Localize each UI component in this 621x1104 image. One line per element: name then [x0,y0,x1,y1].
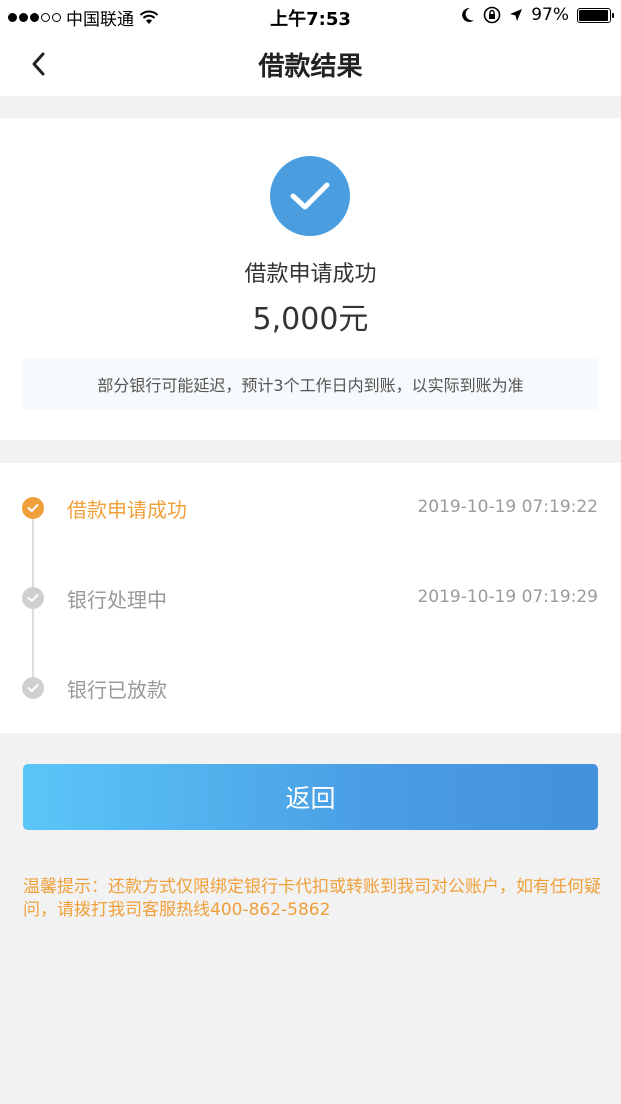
battery-fill [579,9,609,21]
battery-icon [577,7,614,23]
step-time: 2019-10-19 07:19:22 [417,497,598,517]
timeline-step-disbursed: 银行已放款 [0,667,621,707]
step-check-icon [22,497,44,519]
status-right: 97% [461,5,614,25]
nav-bar: 借款结果 [0,32,621,96]
step-check-icon [22,677,44,699]
return-button-label: 返回 [285,784,336,813]
result-title: 借款申请成功 [244,262,377,287]
step-label: 银行处理中 [67,588,167,612]
battery-percent: 97% [531,5,569,25]
warm-tip: 温馨提示：还款方式仅限绑定银行卡代扣或转账到我司对公账户，如有任何疑问，请拨打我… [23,877,601,920]
timeline-step-applied: 借款申请成功 2019-10-19 07:19:22 [0,487,621,527]
location-arrow-icon [510,9,523,21]
step-time: 2019-10-19 07:19:29 [417,587,598,607]
status-bar: 中国联通 上午7:53 97% [0,0,621,32]
step-label: 银行已放款 [67,678,167,702]
progress-timeline: 借款申请成功 2019-10-19 07:19:22 银行处理中 2019-10… [0,463,621,733]
step-label: 借款申请成功 [67,498,187,522]
timeline-step-processing: 银行处理中 2019-10-19 07:19:29 [0,577,621,617]
result-card: 借款申请成功 5,000元 部分银行可能延迟，预计3个工作日内到账，以实际到账为… [0,118,621,440]
step-check-icon [22,587,44,609]
return-button[interactable]: 返回 [23,764,598,830]
arrival-notice-text: 部分银行可能延迟，预计3个工作日内到账，以实际到账为准 [97,376,524,395]
rotation-lock-icon [483,6,501,24]
moon-icon [462,7,475,22]
success-check-icon [270,156,350,236]
loan-amount: 5,000元 [252,302,369,337]
page-title: 借款结果 [258,52,363,82]
screen: 中国联通 上午7:53 97% 借款结果 借款申请成功 5,000元 部分银行可… [0,0,621,1104]
arrival-notice: 部分银行可能延迟，预计3个工作日内到账，以实际到账为准 [23,358,598,410]
